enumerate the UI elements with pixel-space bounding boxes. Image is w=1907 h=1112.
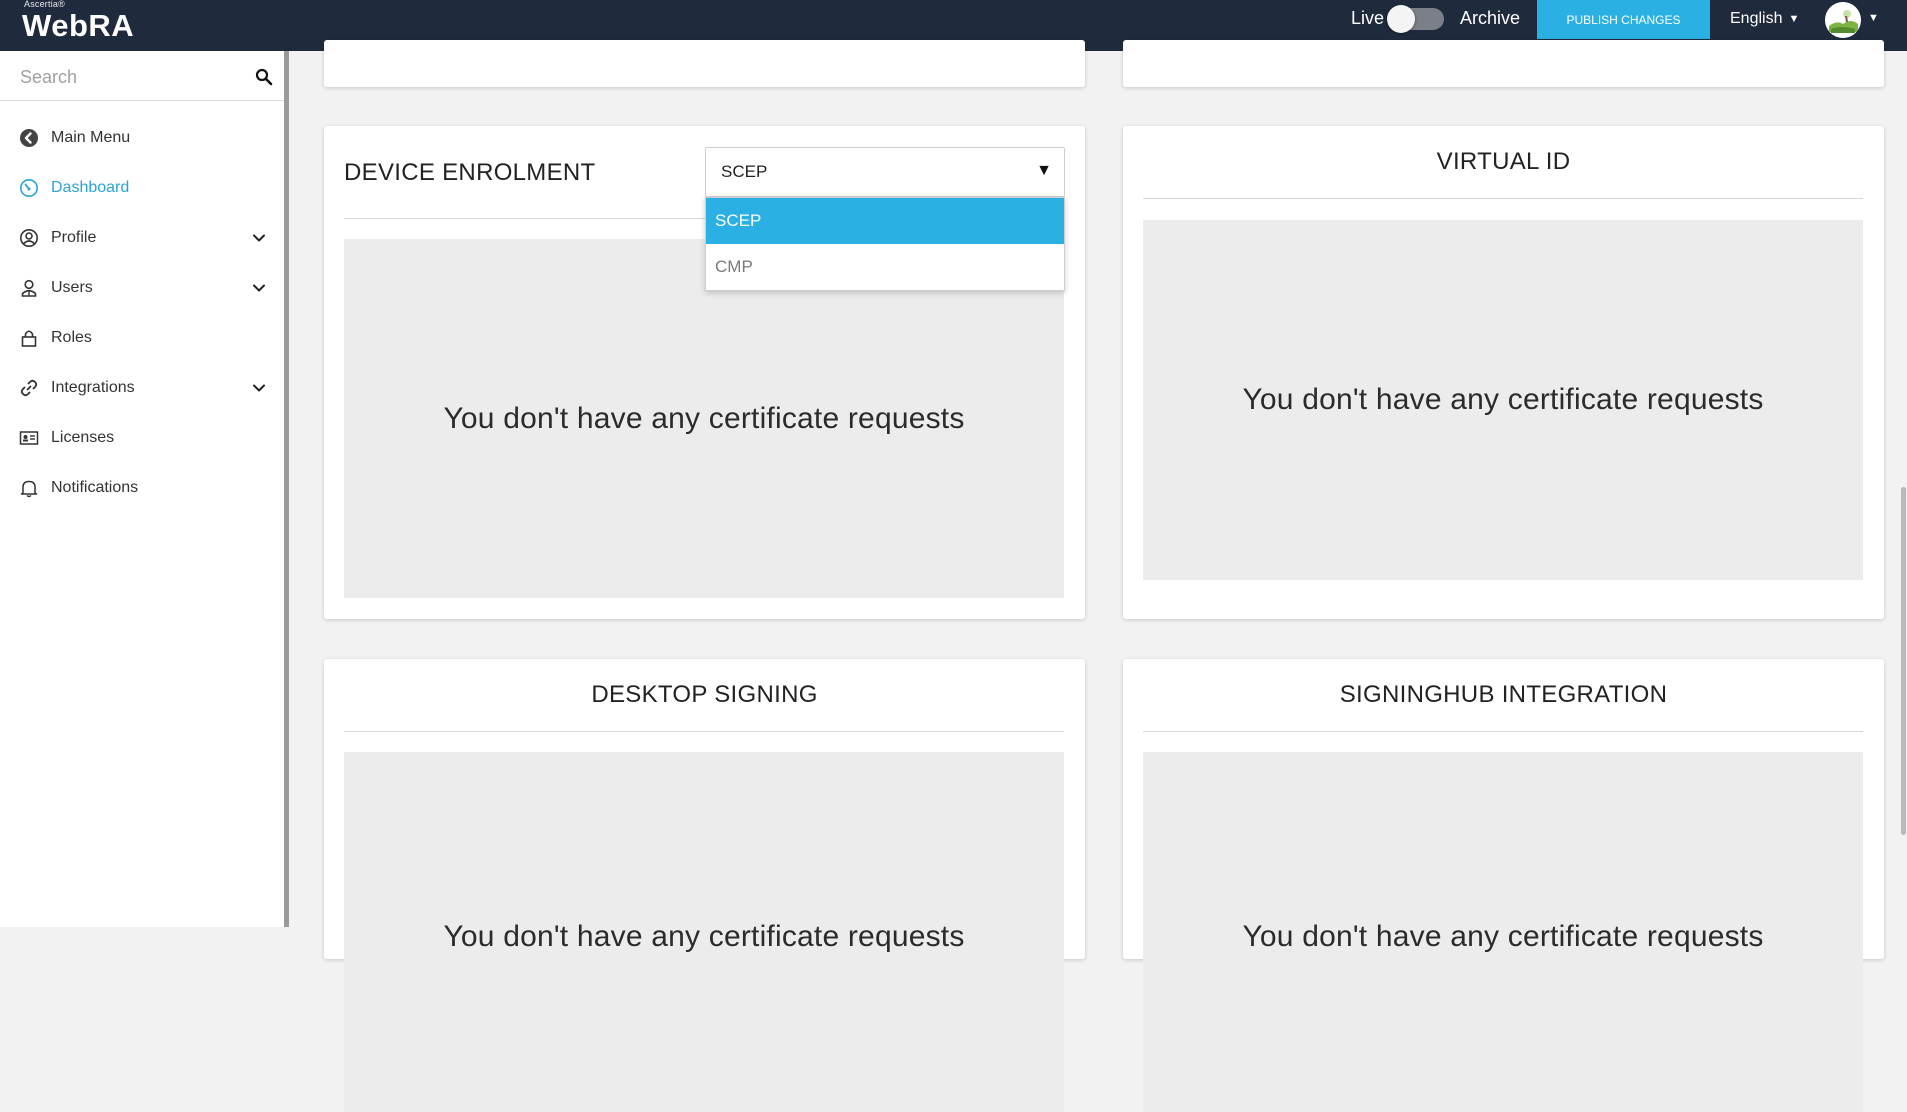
sidebar-item-label: Integrations: [51, 379, 135, 396]
sidebar-item-label: Users: [51, 279, 93, 296]
card-divider: [344, 731, 1064, 732]
card-partial-right: [1123, 40, 1884, 87]
avatar-caret-down-icon[interactable]: ▼: [1868, 12, 1879, 24]
empty-requests-area: You don't have any certificate requests: [344, 239, 1064, 598]
search-icon[interactable]: [255, 68, 273, 86]
chevron-down-icon[interactable]: [252, 281, 266, 295]
avatar-landscape-icon: [1825, 2, 1861, 38]
sidebar-item-notifications[interactable]: Notifications: [0, 463, 284, 513]
page-scrollbar[interactable]: [1900, 51, 1907, 927]
chevron-down-icon[interactable]: [252, 231, 266, 245]
id-card-icon: [18, 427, 40, 449]
sidebar-item-label: Dashboard: [51, 179, 130, 196]
virtual-id-title: VIRTUAL ID: [1436, 148, 1571, 175]
dropdown-option-cmp[interactable]: CMP: [706, 244, 1064, 290]
user-avatar[interactable]: [1825, 2, 1861, 38]
language-selector[interactable]: English ▼: [1730, 10, 1799, 28]
desktop-signing-title: DESKTOP SIGNING: [591, 681, 818, 708]
back-circle-icon: [18, 127, 40, 149]
caret-down-icon: ▼: [1036, 162, 1052, 179]
sidebar-item-label: Profile: [51, 229, 97, 246]
archive-label: Archive: [1460, 8, 1521, 28]
card-partial-left: [324, 40, 1085, 87]
empty-state-text: You don't have any certificate requests: [1242, 920, 1764, 953]
desktop-signing-card: DESKTOP SIGNING You don't have any certi…: [324, 659, 1085, 1112]
sidebar-item-integrations[interactable]: Integrations: [0, 363, 284, 413]
device-enrolment-title: DEVICE ENROLMENT: [344, 159, 596, 186]
protocol-dropdown-list: SCEP CMP: [705, 197, 1065, 291]
speedometer-icon: [18, 177, 40, 199]
sidebar-item-dashboard[interactable]: Dashboard: [0, 163, 284, 213]
select-value: SCEP: [721, 162, 768, 181]
virtual-id-card: VIRTUAL ID You don't have any certificat…: [1123, 126, 1884, 619]
chevron-down-icon[interactable]: [252, 381, 266, 395]
bell-icon: [18, 477, 40, 499]
user-icon: [18, 277, 40, 299]
sidebar-item-label: Main Menu: [51, 129, 131, 146]
search-input[interactable]: [18, 63, 238, 91]
logo-product-text: WebRA: [22, 8, 135, 43]
signinghub-integration-card: SIGNINGHUB INTEGRATION You don't have an…: [1123, 659, 1884, 1112]
toggle-knob: [1387, 5, 1415, 33]
language-label: English: [1730, 10, 1783, 27]
sidebar: Main Menu Dashboard Profile Users: [0, 51, 289, 927]
sidebar-item-label: Notifications: [51, 479, 139, 496]
empty-state-text: You don't have any certificate requests: [443, 920, 965, 953]
webra-logo[interactable]: Ascertia® WebRA: [22, 0, 142, 48]
empty-requests-area: You don't have any certificate requests: [1143, 220, 1863, 580]
sidebar-item-licenses[interactable]: Licenses: [0, 413, 284, 463]
sidebar-item-profile[interactable]: Profile: [0, 213, 284, 263]
sidebar-item-label: Licenses: [51, 429, 115, 446]
user-circle-icon: [18, 227, 40, 249]
sidebar-item-roles[interactable]: Roles: [0, 313, 284, 363]
link-icon: [18, 377, 40, 399]
sidebar-item-main-menu[interactable]: Main Menu: [0, 113, 284, 163]
empty-requests-area: You don't have any certificate requests: [344, 752, 1064, 1112]
empty-state-text: You don't have any certificate requests: [1242, 383, 1764, 416]
protocol-select[interactable]: SCEP ▼: [705, 147, 1065, 197]
card-divider: [1143, 198, 1863, 199]
signinghub-integration-title: SIGNINGHUB INTEGRATION: [1339, 681, 1668, 708]
live-archive-toggle[interactable]: [1387, 5, 1444, 33]
empty-requests-area: You don't have any certificate requests: [1143, 752, 1863, 1112]
scrollbar-thumb[interactable]: [1901, 487, 1906, 835]
empty-state-text: You don't have any certificate requests: [443, 401, 965, 435]
sidebar-item-label: Roles: [51, 329, 92, 346]
sidebar-nav: Main Menu Dashboard Profile Users Roles …: [0, 101, 284, 513]
publish-changes-button[interactable]: PUBLISH CHANGES: [1537, 0, 1710, 39]
sidebar-search: [0, 51, 284, 101]
caret-down-icon: ▼: [1788, 13, 1800, 25]
live-label: Live: [1351, 8, 1385, 28]
card-divider: [1143, 731, 1863, 732]
lock-icon: [18, 327, 40, 349]
dropdown-option-scep[interactable]: SCEP: [706, 198, 1064, 244]
sidebar-item-users[interactable]: Users: [0, 263, 284, 313]
